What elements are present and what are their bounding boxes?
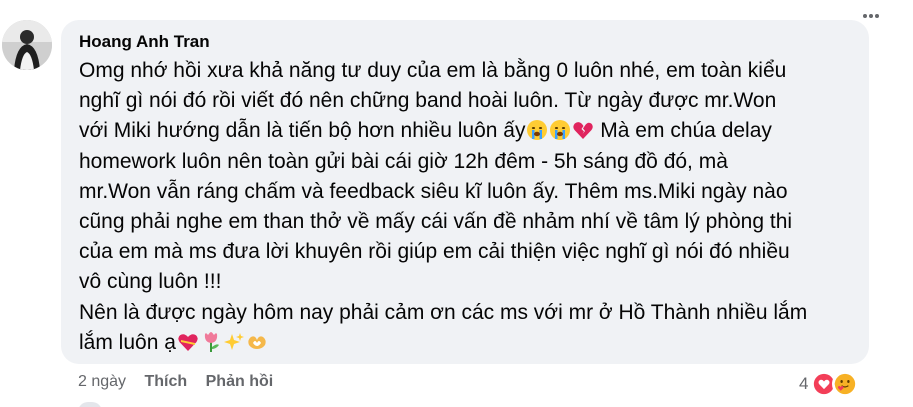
comment-line: cũng phải nghe em than thở về mấy cái vấ… <box>79 210 793 234</box>
comment-line: lắm luôn ạ <box>79 328 859 358</box>
comment-line: Nên là được ngày hôm nay phải cảm ơn các… <box>79 300 808 324</box>
broken-heart-emoji <box>573 122 594 140</box>
tulip-emoji <box>204 331 219 352</box>
avatar[interactable] <box>2 20 52 70</box>
comment-actions: 2 ngày Thích Phản hồi <box>78 373 287 391</box>
care-reaction-icon <box>832 371 859 397</box>
crying-face-emoji <box>550 120 571 141</box>
like-button[interactable]: Thích <box>145 373 188 391</box>
reaction-count[interactable]: 4 <box>799 374 808 394</box>
next-comment-avatar <box>78 402 102 407</box>
crying-face-emoji <box>527 120 548 141</box>
comment-line: với Miki hướng dẫn là tiến bộ hơn nhiều … <box>79 116 859 146</box>
heart-with-ribbon-emoji <box>178 334 198 351</box>
comment-line: nghĩ gì nói đó rồi viết đó nên chững ban… <box>79 89 777 113</box>
comment-author[interactable]: Hoang Anh Tran <box>79 31 210 53</box>
comment-line-text: với Miki hướng dẫn là tiến bộ hơn nhiều … <box>79 119 526 143</box>
sparkles-emoji <box>223 332 244 350</box>
comment-text: Omg nhớ hồi xưa khả năng tư duy của em l… <box>79 56 859 358</box>
reaction-summary[interactable]: 4 <box>799 369 859 399</box>
comment-line-text: Mà em chúa delay <box>594 119 772 143</box>
comment-line-text: lắm luôn ạ <box>79 330 176 354</box>
heart-hands-emoji <box>248 336 266 349</box>
more-options-icon[interactable] <box>861 6 881 26</box>
comment-line: Omg nhớ hồi xưa khả năng tư duy của em l… <box>79 59 787 82</box>
comment-bubble: Hoang Anh Tran Omg nhớ hồi xưa khả năng … <box>61 14 879 364</box>
comment-line: vô cùng luôn !!! <box>79 270 222 294</box>
comment-line: mr.Won vẫn ráng chấm và feedback siêu kĩ… <box>79 179 788 203</box>
comment-timestamp[interactable]: 2 ngày <box>78 373 126 391</box>
reply-button[interactable]: Phản hồi <box>206 373 274 391</box>
comment-line: homework luôn nên toàn gửi bài cái giờ 1… <box>79 149 728 173</box>
comment-line: của em mà ms đưa lời khuyên rồi giúp em … <box>79 240 790 264</box>
